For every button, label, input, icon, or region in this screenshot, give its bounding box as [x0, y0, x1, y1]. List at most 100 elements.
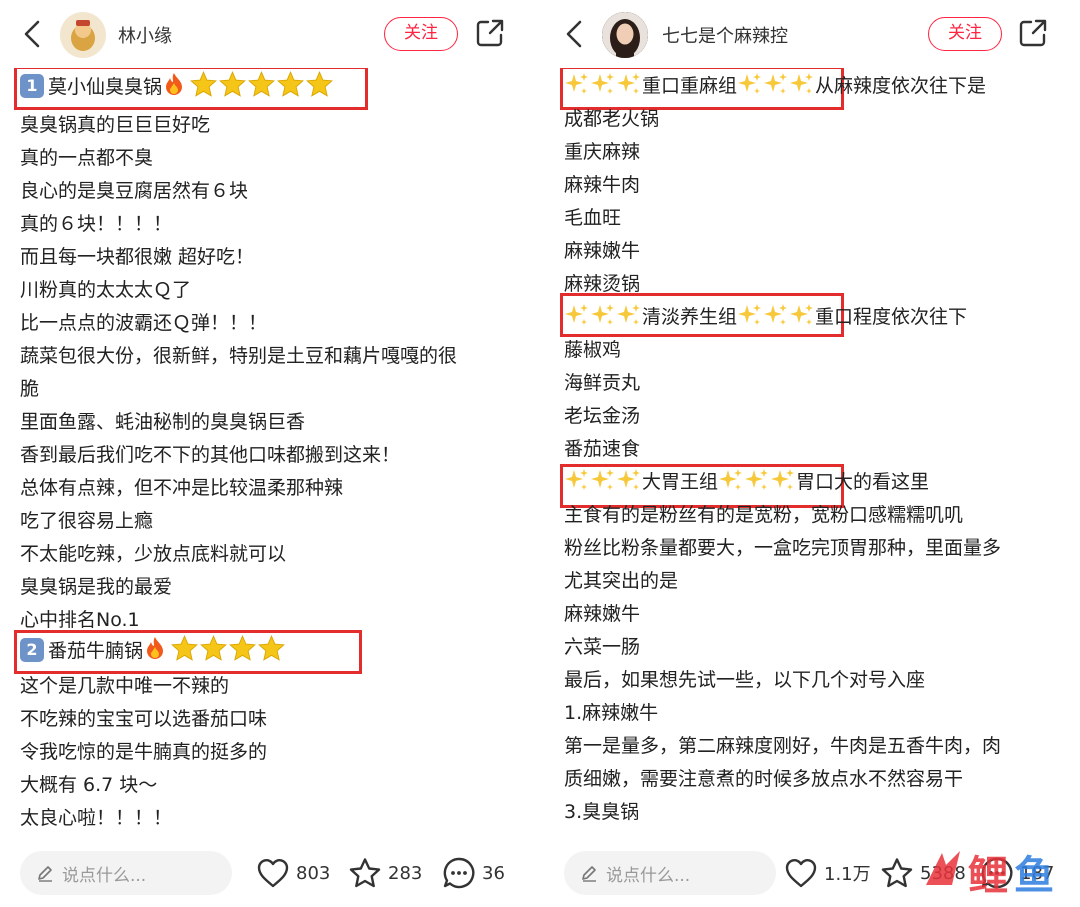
heart-icon — [785, 859, 817, 888]
list-item: 海鲜贡丸 — [564, 372, 641, 394]
comment-button[interactable]: 36 — [442, 856, 505, 890]
text-line: 臭臭锅真的巨巨巨好吃 — [20, 114, 211, 136]
sparkles-icon — [616, 467, 642, 493]
comment-input[interactable]: 说点什么... — [20, 851, 232, 895]
back-arrow-icon[interactable] — [560, 18, 588, 50]
text-line: 比一点点的波霸还Ｑ弹！！！ — [20, 312, 268, 334]
group-title: 大胃王组 — [642, 471, 719, 493]
back-arrow-icon[interactable] — [18, 18, 46, 50]
sparkles-icon — [770, 467, 796, 493]
collect-button[interactable]: 283 — [348, 856, 422, 890]
sparkles-icon — [564, 71, 590, 97]
group-title: 清淡养生组 — [642, 306, 738, 328]
star-outline-icon — [349, 858, 381, 888]
post-header: 林小缘 关注 — [0, 0, 528, 68]
list-item: 麻辣嫩牛 — [564, 240, 641, 262]
text-line: 大概有 6.7 块～ — [20, 774, 158, 796]
sparkles-icon — [616, 302, 642, 328]
text-line: 最后，如果想先试一些，以下几个对号入座 — [564, 669, 926, 691]
text-line: 脆 — [20, 378, 40, 400]
text-line: 令我吃惊的是牛腩真的挺多的 — [20, 741, 268, 763]
fish-logo-icon — [926, 851, 960, 885]
text-line: 3.臭臭锅 — [564, 801, 640, 823]
text-line: 1.麻辣嫩牛 — [564, 702, 659, 724]
star-icon — [277, 71, 304, 97]
comment-count: 36 — [482, 862, 505, 884]
text-line: 不吃辣的宝宝可以选番茄口味 — [20, 708, 268, 730]
follow-button[interactable]: 关注 — [384, 17, 458, 51]
list-item: 成都老火锅 — [564, 108, 660, 130]
text-line: 川粉真的太太太Ｑ了 — [20, 279, 192, 301]
text-line: 臭臭锅是我的最爱 — [20, 576, 173, 598]
sparkles-icon — [737, 302, 763, 328]
share-icon[interactable] — [1018, 18, 1048, 48]
text-line: 蔬菜包很大份，很新鲜，特别是土豆和藕片嘎嘎的很 — [20, 345, 458, 367]
group-subtitle: 重口程度依次往下 — [815, 306, 968, 328]
star-icon — [190, 71, 217, 97]
post-header: 七七是个麻辣控 关注 — [550, 0, 1080, 68]
chat-bubble-icon — [443, 857, 475, 889]
text-line: 尤其突出的是 — [564, 570, 679, 592]
watermark-char: 鱼 — [1014, 853, 1054, 899]
group-heading: 大胃王组 胃口大的看这里 — [564, 466, 929, 499]
text-line: 吃了很容易上瘾 — [20, 510, 154, 532]
post-content: 1 莫小仙臭臭锅 臭臭锅真的巨巨巨好吃 真的一点都不臭 良心的是臭豆腐居然有６块 … — [0, 68, 528, 838]
avatar[interactable] — [60, 12, 106, 58]
text-line: 第一是量多，第二麻辣度刚好，牛肉是五香牛肉，肉 — [564, 735, 1002, 757]
bottom-action-bar: 说点什么... 803 283 36 — [0, 838, 528, 907]
group-heading: 清淡养生组 重口程度依次往下 — [564, 301, 967, 334]
sparkles-icon — [744, 467, 770, 493]
text-line: 太良心啦！！！！ — [20, 807, 173, 829]
star-icon — [306, 71, 333, 97]
collect-count: 283 — [388, 862, 423, 884]
sparkles-icon — [590, 71, 616, 97]
watermark-char: 鲤 — [968, 853, 1008, 899]
post-content: 重口重麻组 从麻辣度依次往下是 成都老火锅 重庆麻辣 麻辣牛肉 毛血旺 麻辣嫩牛 … — [550, 68, 1080, 838]
list-item: 重庆麻辣 — [564, 141, 641, 163]
star-icon — [219, 71, 246, 97]
rating-stars — [171, 635, 285, 661]
group-title: 重口重麻组 — [642, 75, 738, 97]
star-outline-icon — [881, 858, 913, 888]
like-count: 803 — [296, 862, 331, 884]
fire-icon — [145, 636, 165, 660]
star-icon — [248, 71, 275, 97]
pencil-icon — [582, 866, 596, 882]
list-item: 藤椒鸡 — [564, 339, 622, 361]
comment-placeholder: 说点什么... — [62, 866, 147, 886]
text-line: 香到最后我们吃不下的其他口味都搬到这来！ — [20, 444, 401, 466]
text-line: 粉丝比粉条量都要大，一盒吃完顶胃那种，里面量多 — [564, 537, 1002, 559]
text-line: 质细嫩，需要注意煮的时候多放点水不然容易干 — [564, 768, 964, 790]
text-line: 总体有点辣，但不冲是比较温柔那种辣 — [20, 477, 344, 499]
number-badge: 1 — [20, 74, 44, 98]
group-heading: 重口重麻组 从麻辣度依次往下是 — [564, 70, 986, 103]
text-line: 里面鱼露、蚝油秘制的臭臭锅巨香 — [20, 411, 306, 433]
sparkles-icon — [718, 467, 744, 493]
section-heading: 2 番茄牛腩锅 — [20, 635, 285, 668]
share-icon[interactable] — [475, 18, 505, 48]
like-button[interactable]: 1.1万 — [784, 856, 871, 890]
star-icon — [200, 635, 227, 661]
pencil-icon — [38, 866, 52, 882]
list-item: 老坛金汤 — [564, 405, 641, 427]
sparkles-icon — [737, 71, 763, 97]
heart-icon — [257, 859, 289, 888]
username[interactable]: 林小缘 — [118, 22, 172, 48]
avatar[interactable] — [602, 12, 648, 58]
sparkles-icon — [590, 302, 616, 328]
sparkles-icon — [763, 71, 789, 97]
watermark-logo: 鲤 鱼 — [922, 839, 1062, 899]
divider — [528, 0, 550, 907]
star-icon — [258, 635, 285, 661]
like-button[interactable]: 803 — [256, 856, 330, 890]
section-heading: 1 莫小仙臭臭锅 — [20, 71, 333, 104]
text-line: 六菜一肠 — [564, 636, 641, 658]
star-icon — [171, 635, 198, 661]
text-line: 真的一点都不臭 — [20, 147, 154, 169]
follow-button[interactable]: 关注 — [928, 17, 1002, 51]
section-title: 莫小仙臭臭锅 — [48, 76, 163, 98]
username[interactable]: 七七是个麻辣控 — [662, 22, 788, 48]
comment-input[interactable]: 说点什么... — [564, 851, 776, 895]
post-panel-left: 林小缘 关注 1 莫小仙臭臭锅 臭臭锅真的巨巨巨好吃 真的一点都不臭 良心的是臭豆… — [0, 0, 528, 907]
like-count: 1.1万 — [824, 864, 871, 885]
